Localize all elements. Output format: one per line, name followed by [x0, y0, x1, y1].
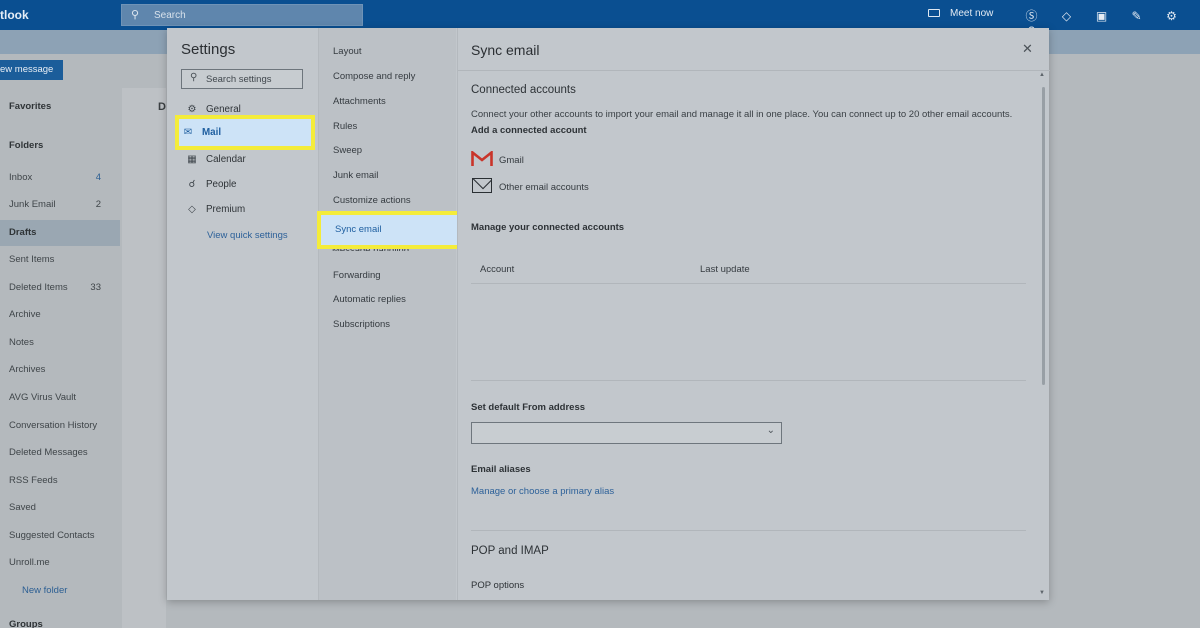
folder-pane: Favorites Folders Inbox 4 Junk Email 2 Dra… [0, 88, 120, 628]
scroll-up-arrow[interactable]: ▲ [1039, 72, 1045, 78]
manage-accounts-heading: Manage your connected accounts [471, 222, 625, 233]
nav-item-suggested[interactable]: Suggested Contacts [0, 523, 120, 549]
search-icon: ⚲ [131, 9, 140, 21]
new-folder-link[interactable]: New folder [13, 578, 133, 604]
scrollbar-thumb[interactable] [1042, 87, 1045, 385]
email-aliases-label: Email aliases [471, 464, 531, 475]
other-email-label: Other email accounts [499, 182, 589, 193]
nav-item-archives[interactable]: Archives [0, 357, 120, 383]
pane-title: Sync email [471, 42, 540, 58]
mail-subcategories: Layout Compose and reply Attachments Rul… [318, 28, 456, 600]
inbox-count: 4 [95, 172, 101, 183]
nav-item-notes[interactable]: Notes [0, 330, 120, 356]
app-brand: tlook [0, 8, 29, 22]
nav-item-sent[interactable]: Sent Items [0, 247, 120, 273]
subcategory-forwarding[interactable]: Forwarding [333, 270, 381, 281]
subcategory-sync-email[interactable]: Sync email [317, 211, 462, 249]
deleted-count: 33 [90, 282, 101, 293]
subcategory-sweep[interactable]: Sweep [333, 145, 362, 156]
table-bottom-divider [471, 380, 1026, 381]
nav-item-avg[interactable]: AVG Virus Vault [0, 385, 120, 411]
message-list-pane: D [122, 88, 166, 628]
subcategory-rules[interactable]: Rules [333, 121, 357, 132]
category-people[interactable]: ☌ People [181, 174, 311, 196]
nav-item-saved[interactable]: Saved [0, 495, 120, 521]
column-header-account: Account [480, 264, 515, 275]
settings-title: Settings [181, 41, 236, 58]
default-from-label: Set default From address [471, 402, 586, 413]
close-icon[interactable]: ✕ [1022, 41, 1033, 57]
global-search-placeholder: Search [154, 10, 186, 21]
nav-item-drafts[interactable]: Drafts [0, 220, 120, 246]
nav-groups[interactable]: Groups [0, 612, 120, 628]
nav-favorites[interactable]: Favorites [0, 94, 120, 120]
people-icon: ☌ [188, 179, 196, 190]
nav-item-deleted[interactable]: Deleted Items 33 [0, 275, 120, 301]
nav-item-deleted-messages[interactable]: Deleted Messages [0, 440, 120, 466]
mail-icon: ✉ [183, 127, 193, 138]
gmail-icon [471, 151, 493, 166]
video-camera-icon [928, 9, 940, 18]
other-email-accounts-button[interactable]: Other email accounts [471, 177, 601, 199]
pop-imap-heading: POP and IMAP [471, 545, 549, 557]
nav-folders[interactable]: Folders [0, 133, 120, 159]
column-header-last-update: Last update [700, 264, 750, 275]
nav-item-archive[interactable]: Archive [0, 302, 120, 328]
meet-now-button[interactable]: Meet now [928, 8, 993, 19]
settings-categories: Settings ⚲ Search settings ⚙ General ✉ M… [167, 28, 317, 600]
nav-item-junk[interactable]: Junk Email 2 [0, 192, 120, 218]
subcategory-attachments[interactable]: Attachments [333, 96, 386, 107]
sync-email-pane: Sync email Connected accounts Connect yo… [457, 28, 1050, 600]
diamond-icon[interactable]: ◇ [1049, 9, 1084, 23]
default-from-dropdown[interactable]: ⌄ [471, 422, 782, 444]
junk-count: 2 [95, 199, 101, 210]
settings-search-placeholder: Search settings [206, 74, 272, 85]
settings-dialog: Settings ⚲ Search settings ⚙ General ✉ M… [167, 28, 1050, 600]
connected-accounts-heading: Connected accounts [471, 84, 576, 96]
subcategory-junk[interactable]: Junk email [333, 170, 378, 181]
nav-item-rss[interactable]: RSS Feeds [0, 468, 120, 494]
top-bar: tlook ⚲ Search Meet now Ⓢ◇▣✎⚙? [0, 0, 1200, 38]
feedback-icon[interactable]: ✎ [1119, 9, 1154, 23]
gmail-button[interactable]: Gmail [471, 150, 551, 172]
meet-now-label: Meet now [950, 8, 994, 19]
subcategory-customize[interactable]: Customize actions [333, 195, 411, 206]
diamond-icon: ◇ [188, 204, 196, 215]
gmail-label: Gmail [499, 155, 524, 166]
scroll-down-arrow[interactable]: ▼ [1039, 590, 1045, 596]
subcategory-layout[interactable]: Layout [333, 46, 362, 57]
global-search-box[interactable]: ⚲ Search [121, 4, 363, 26]
table-divider [471, 283, 1026, 284]
search-icon: ⚲ [190, 72, 198, 83]
subcategory-subscriptions[interactable]: Subscriptions [333, 319, 390, 330]
nav-item-conversation[interactable]: Conversation History [0, 413, 120, 439]
chevron-down-icon: ⌄ [766, 425, 775, 436]
add-account-heading: Add a connected account [471, 125, 587, 136]
divider [458, 70, 1050, 71]
view-quick-settings-link[interactable]: View quick settings [207, 230, 288, 241]
gear-icon[interactable]: ⚙ [1154, 9, 1189, 23]
manage-alias-link[interactable]: Manage or choose a primary alias [471, 486, 614, 497]
subcategory-compose[interactable]: Compose and reply [333, 71, 415, 82]
section-divider [471, 530, 1026, 531]
skype-icon[interactable]: Ⓢ [1014, 7, 1049, 24]
new-message-button[interactable]: ew message [0, 60, 63, 80]
office-icon[interactable]: ▣ [1084, 9, 1119, 23]
subcategory-auto-replies[interactable]: Automatic replies [333, 294, 406, 305]
pop-options-label: POP options [471, 580, 525, 591]
message-list-header: D [158, 101, 166, 113]
nav-item-inbox[interactable]: Inbox 4 [0, 165, 120, 191]
category-mail[interactable]: ✉ Mail [175, 115, 315, 150]
category-calendar[interactable]: ▦ Calendar [181, 149, 311, 171]
envelope-icon [472, 178, 492, 193]
connected-accounts-description: Connect your other accounts to import yo… [471, 109, 1013, 120]
settings-search-input[interactable]: ⚲ Search settings [181, 69, 303, 89]
nav-item-unroll[interactable]: Unroll.me [0, 550, 120, 576]
category-premium[interactable]: ◇ Premium [181, 199, 311, 221]
calendar-icon: ▦ [187, 154, 197, 165]
